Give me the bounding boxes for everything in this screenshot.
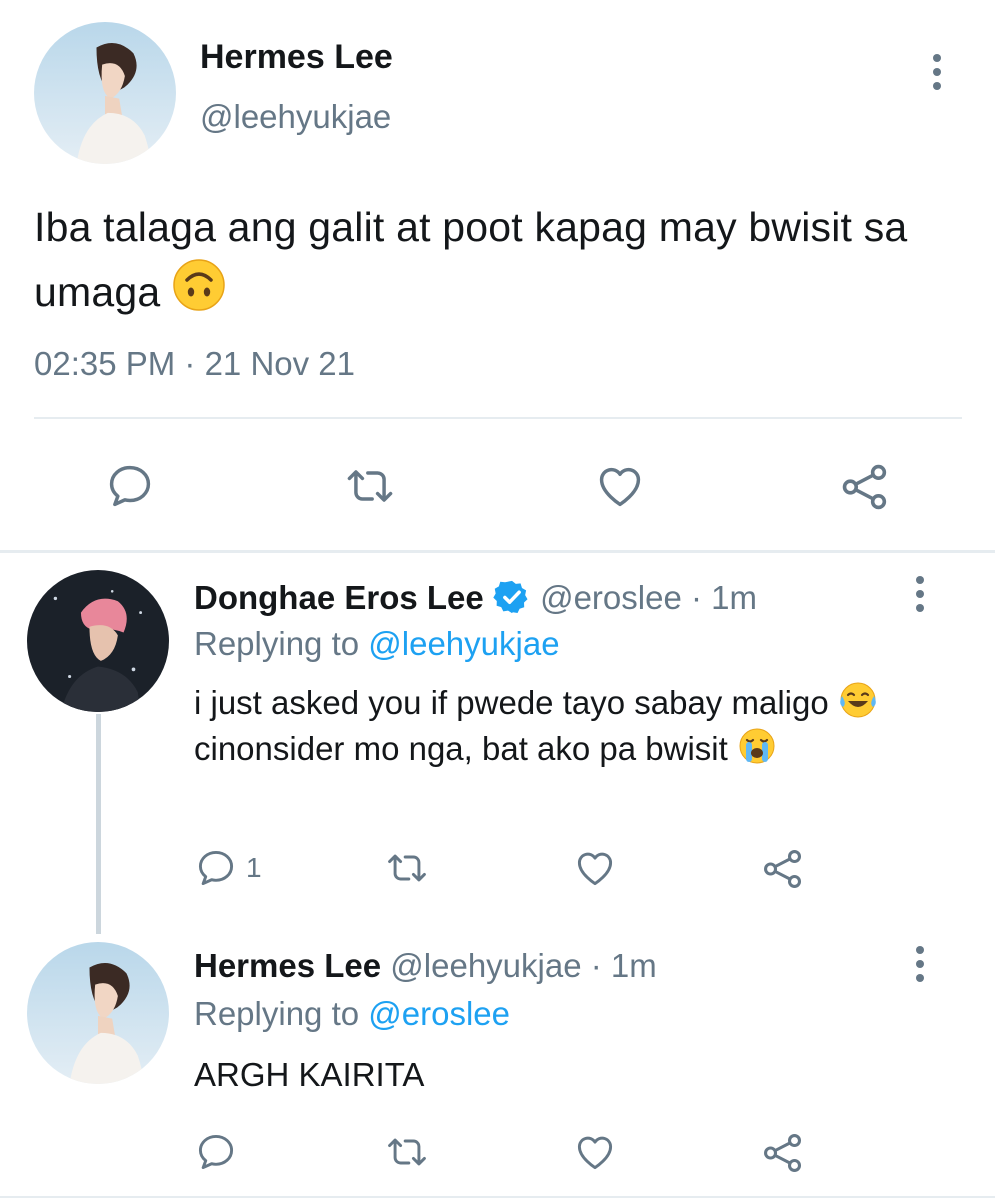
reply1-author-avatar[interactable] — [27, 570, 169, 712]
like-icon — [599, 467, 641, 507]
reply1-header: Donghae Eros Lee @eroslee · 1m — [194, 578, 757, 618]
reply1-text-part2: cinonsider mo nga, bat ako pa bwisit — [194, 730, 728, 767]
section-divider — [0, 550, 995, 553]
reply1-reply-button[interactable]: 1 — [194, 846, 262, 890]
share-icon — [764, 1134, 802, 1172]
meta-separator: · — [590, 947, 602, 984]
avatar-image — [27, 942, 169, 1084]
reply1-replying-to: Replying to @leehyukjae — [194, 624, 560, 664]
reply2-retweet-button[interactable] — [384, 1130, 430, 1174]
reply2-reply-button[interactable] — [194, 1130, 238, 1174]
main-more-options-icon[interactable] — [931, 54, 943, 90]
main-author-name[interactable]: Hermes Lee — [200, 38, 393, 77]
replying-label: Replying to — [194, 625, 369, 662]
reply2-replying-to: Replying to @eroslee — [194, 994, 510, 1034]
reply2-text: ARGH KAIRITA — [194, 1056, 425, 1093]
main-reply-button[interactable] — [104, 460, 156, 512]
main-tweet-text: Iba talaga ang galit at poot kapag may b… — [34, 196, 954, 323]
bottom-divider — [0, 1196, 995, 1198]
reply2-share-button[interactable] — [760, 1130, 806, 1176]
avatar-image — [27, 570, 169, 712]
main-tweet-timestamp: 02:35 PM · 21 Nov 21 — [34, 345, 356, 382]
divider — [34, 417, 962, 419]
reply1-more-options-icon[interactable] — [914, 576, 926, 612]
share-icon — [842, 464, 887, 510]
reply1-text: i just asked you if pwede tayo sabay mal… — [194, 680, 914, 772]
meta-separator: · — [690, 579, 702, 616]
share-icon — [764, 850, 802, 888]
reply1-mention-link[interactable]: @leehyukjae — [368, 625, 559, 662]
reply2-author-name[interactable]: Hermes Lee — [194, 947, 381, 984]
avatar-image — [34, 22, 176, 164]
main-share-button[interactable] — [838, 460, 892, 514]
reply-icon — [109, 465, 151, 507]
main-author-avatar[interactable] — [34, 22, 176, 164]
retweet-icon — [388, 1138, 426, 1166]
reply1-share-button[interactable] — [760, 846, 806, 892]
like-icon — [577, 852, 613, 886]
reply2-time[interactable]: 1m — [611, 947, 657, 984]
loudly-crying-face-emoji — [739, 728, 775, 764]
reply2-like-button[interactable] — [573, 1130, 617, 1174]
verified-badge-icon — [493, 580, 528, 614]
reply2-mention-link[interactable]: @eroslee — [368, 995, 510, 1032]
reply1-retweet-button[interactable] — [384, 846, 430, 890]
replying-label: Replying to — [194, 995, 369, 1032]
upside-down-face-emoji — [173, 259, 225, 311]
main-author-handle[interactable]: @leehyukjae — [200, 98, 391, 136]
reply1-author-name[interactable]: Donghae Eros Lee — [194, 579, 484, 616]
reply1-handle[interactable]: @eroslee — [540, 579, 682, 616]
retweet-icon — [388, 854, 426, 882]
reply1-time[interactable]: 1m — [711, 579, 757, 616]
reply-icon — [198, 850, 234, 886]
reply2-author-avatar[interactable] — [27, 942, 169, 1084]
reply1-like-button[interactable] — [573, 846, 617, 890]
face-with-tears-of-joy-emoji — [840, 682, 876, 718]
main-retweet-button[interactable] — [343, 460, 397, 512]
retweet-icon — [347, 470, 393, 502]
reply2-header: Hermes Lee @leehyukjae · 1m — [194, 946, 657, 986]
main-like-button[interactable] — [594, 460, 646, 512]
like-icon — [577, 1136, 613, 1170]
reply2-handle[interactable]: @leehyukjae — [390, 947, 581, 984]
reply2-more-options-icon[interactable] — [914, 946, 926, 982]
main-tweet-body: Iba talaga ang galit at poot kapag may b… — [34, 204, 908, 315]
reply1-text-part1: i just asked you if pwede tayo sabay mal… — [194, 684, 829, 721]
reply-icon — [198, 1134, 234, 1170]
thread-connector-line — [96, 714, 101, 934]
reply1-reply-count: 1 — [246, 852, 262, 883]
